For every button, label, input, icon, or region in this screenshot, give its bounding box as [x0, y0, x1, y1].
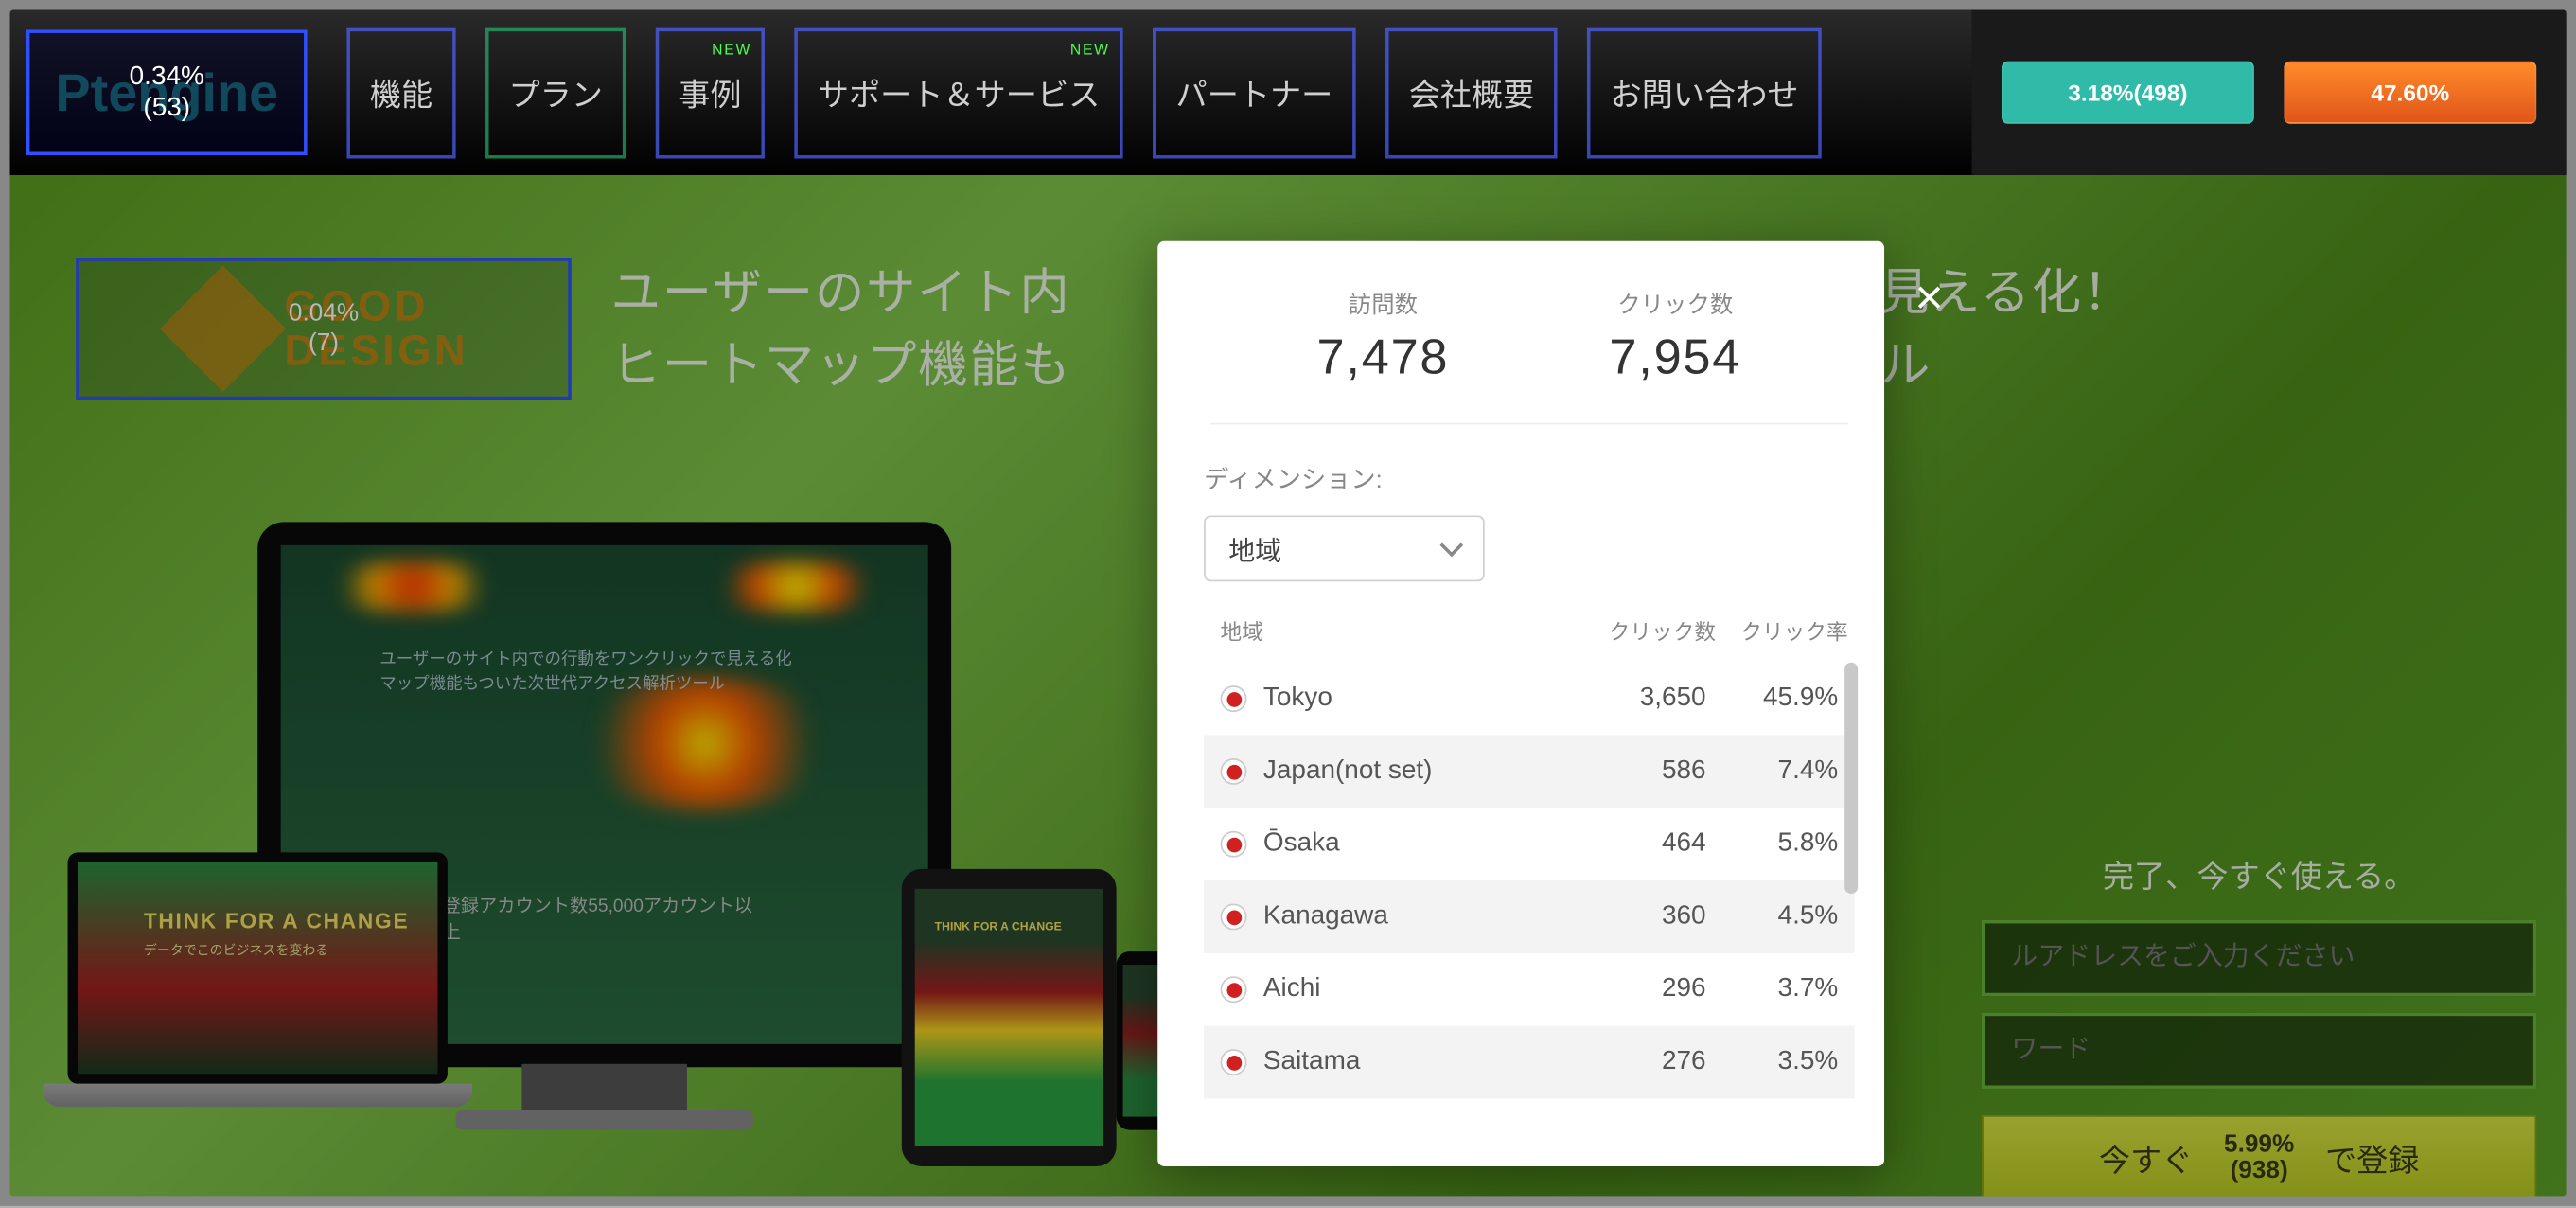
- table-row[interactable]: Saitama2763.5%: [1204, 1026, 1855, 1099]
- new-badge: NEW: [1070, 41, 1110, 57]
- scrollbar[interactable]: [1844, 663, 1858, 894]
- flag-jp-icon: [1221, 831, 1247, 858]
- region-name: Japan(not set): [1263, 756, 1574, 786]
- nav-item[interactable]: サポート＆サービスNEW: [794, 27, 1122, 158]
- region-clicks: 586: [1574, 756, 1706, 786]
- nav-item[interactable]: プラン: [485, 27, 626, 158]
- region-rate: 7.4%: [1706, 756, 1839, 786]
- region-name: Tokyo: [1263, 684, 1574, 713]
- dimension-select[interactable]: 地域: [1204, 515, 1485, 581]
- region-clicks: 464: [1574, 829, 1706, 859]
- region-name: Kanagawa: [1263, 902, 1574, 932]
- table-row[interactable]: Aichi2963.7%: [1204, 953, 1855, 1026]
- header: Ptengine 0.34% (53) 機能プラン事例NEW サポート＆サービスN…: [9, 9, 2566, 175]
- table-row[interactable]: Ōsaka4645.8%: [1204, 808, 1855, 880]
- nav-item[interactable]: 事例NEW: [656, 27, 765, 158]
- flag-jp-icon: [1221, 904, 1247, 931]
- logo-stat-count: (53): [143, 93, 190, 124]
- header-stat-orange[interactable]: 47.60%: [2284, 62, 2536, 124]
- logo-heatmap-box[interactable]: Ptengine 0.34% (53): [26, 29, 308, 155]
- visits-value: 7,478: [1317, 330, 1450, 386]
- dimension-label: ディメンション:: [1204, 461, 1855, 496]
- region-name: Ōsaka: [1263, 829, 1574, 859]
- header-right: 3.18%(498) 47.60%: [1972, 9, 2567, 175]
- logo-stat-percent: 0.34%: [130, 61, 204, 92]
- dimension-value: 地域: [1228, 528, 1281, 568]
- clicks-value: 7,954: [1609, 330, 1741, 386]
- table-row[interactable]: Kanagawa3604.5%: [1204, 880, 1855, 953]
- flag-jp-icon: [1221, 758, 1247, 785]
- region-clicks: 360: [1574, 902, 1706, 932]
- nav-item[interactable]: 機能: [346, 27, 455, 158]
- chevron-down-icon: [1440, 534, 1464, 558]
- clicks-label: クリック数: [1609, 288, 1741, 321]
- col-clicks: クリック数: [1567, 614, 1716, 646]
- region-rate: 3.7%: [1706, 975, 1839, 1004]
- region-clicks: 276: [1574, 1047, 1706, 1076]
- region-clicks: 3,650: [1574, 684, 1706, 713]
- nav-item[interactable]: パートナー: [1153, 27, 1356, 158]
- flag-jp-icon: [1221, 976, 1247, 1003]
- region-rate: 3.5%: [1706, 1047, 1839, 1076]
- flag-jp-icon: [1221, 1049, 1247, 1075]
- analytics-popup: × 訪問数 7,478 クリック数 7,954 ディメンション: 地域 地域 ク…: [1157, 241, 1884, 1166]
- region-rows: Tokyo3,65045.9%Japan(not set)5867.4%Ōsak…: [1204, 663, 1855, 1099]
- region-rate: 5.8%: [1706, 829, 1839, 859]
- region-rate: 4.5%: [1706, 902, 1839, 932]
- table-row[interactable]: Japan(not set)5867.4%: [1204, 736, 1855, 808]
- region-rate: 45.9%: [1706, 684, 1839, 713]
- region-name: Saitama: [1263, 1047, 1574, 1076]
- region-name: Aichi: [1263, 975, 1574, 1004]
- visits-label: 訪問数: [1317, 288, 1450, 321]
- flag-jp-icon: [1221, 685, 1247, 712]
- nav-item[interactable]: 会社概要: [1385, 27, 1558, 158]
- col-region: 地域: [1221, 614, 1567, 646]
- header-stat-teal[interactable]: 3.18%(498): [2002, 62, 2254, 124]
- new-badge: NEW: [712, 41, 751, 57]
- close-icon[interactable]: ×: [1914, 271, 1944, 327]
- nav-item[interactable]: お問い合わせ: [1587, 27, 1822, 158]
- col-rate: クリック率: [1716, 614, 1848, 646]
- table-row[interactable]: Tokyo3,65045.9%: [1204, 663, 1855, 736]
- region-clicks: 296: [1574, 975, 1706, 1004]
